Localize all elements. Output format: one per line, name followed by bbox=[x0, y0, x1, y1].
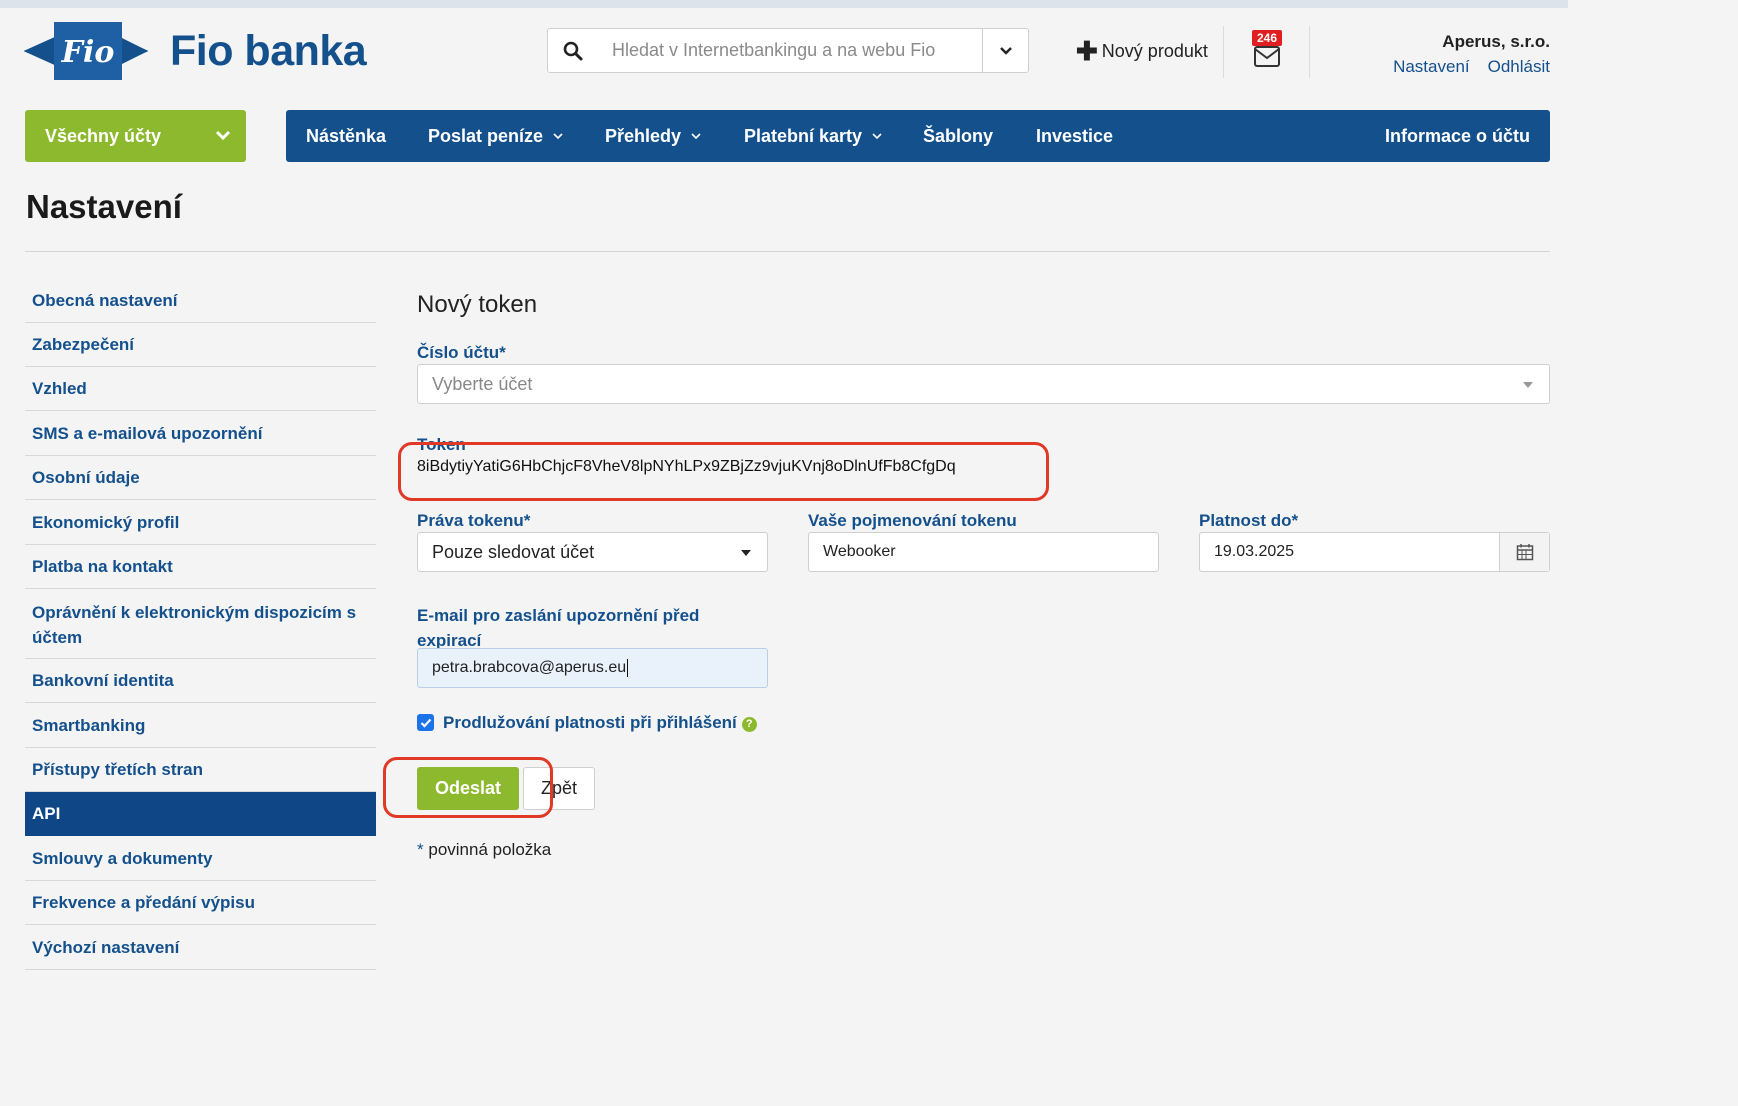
nav-item-label: Přehledy bbox=[605, 125, 682, 146]
validity-date-input[interactable]: 19.03.2025 bbox=[1199, 532, 1550, 572]
accounts-dropdown[interactable]: Všechny účty bbox=[25, 110, 246, 162]
nav-item-label: Investice bbox=[1036, 125, 1114, 146]
new-product-label: Nový produkt bbox=[1101, 40, 1208, 61]
rights-select-value: Pouze sledovat účet bbox=[432, 541, 595, 562]
messages-button[interactable]: 246 bbox=[1250, 30, 1290, 70]
nav-item-label: Nástěnka bbox=[306, 125, 387, 146]
page-title: Nastavení bbox=[26, 188, 182, 225]
sidebar-item-bank-identity[interactable]: Bankovní identita bbox=[25, 659, 376, 703]
sidebar-item-api[interactable]: API bbox=[25, 792, 376, 836]
sidebar-item-security[interactable]: Zabezpečení bbox=[25, 323, 376, 367]
sidebar-item-defaults[interactable]: Výchozí nastavení bbox=[25, 925, 376, 970]
plus-icon: ✚ bbox=[1076, 36, 1098, 66]
required-note-text: povinná položka bbox=[428, 840, 552, 859]
search-input[interactable] bbox=[598, 29, 982, 72]
sidebar-item-personal-data[interactable]: Osobní údaje bbox=[25, 456, 376, 500]
header-divider bbox=[1223, 26, 1224, 78]
required-star: * bbox=[417, 840, 424, 859]
window-top-border bbox=[0, 0, 1568, 8]
rights-label: Práva tokenu* bbox=[417, 511, 531, 530]
highlight-annotation bbox=[383, 757, 553, 818]
sidebar-item-statements[interactable]: Frekvence a předání výpisu bbox=[25, 881, 376, 925]
account-label: Číslo účtu* bbox=[417, 343, 506, 362]
calendar-icon bbox=[1516, 544, 1533, 561]
search-box bbox=[547, 28, 1029, 73]
nav-item-payment-cards[interactable]: Platební karty bbox=[744, 110, 882, 162]
sidebar-item-smartbanking[interactable]: Smartbanking bbox=[25, 703, 376, 748]
nav-item-account-info[interactable]: Informace o účtu bbox=[1385, 110, 1530, 162]
sidebar-item-third-party-access[interactable]: Přístupy třetích stran bbox=[25, 748, 376, 792]
chevron-down-icon bbox=[872, 132, 882, 139]
fio-logo[interactable]: Fio Fio banka bbox=[24, 16, 394, 86]
nav-item-label: Platební karty bbox=[744, 125, 863, 146]
sidebar-item-notifications[interactable]: SMS a e-mailová upozornění bbox=[25, 411, 376, 456]
search-scope-dropdown[interactable] bbox=[982, 29, 1028, 72]
account-select[interactable]: Vyberte účet bbox=[417, 364, 1550, 404]
account-select-placeholder: Vyberte účet bbox=[432, 373, 533, 394]
email-value: petra.brabcova@aperus.eu bbox=[432, 659, 627, 676]
logout-link[interactable]: Odhlásit bbox=[1488, 57, 1550, 77]
help-icon[interactable]: ? bbox=[741, 716, 757, 732]
search-icon[interactable] bbox=[548, 29, 598, 72]
chevron-down-icon bbox=[553, 132, 563, 139]
nav-item-investments[interactable]: Investice bbox=[1036, 110, 1113, 162]
divider bbox=[25, 251, 1550, 252]
sidebar-item-electronic-permissions[interactable]: Oprávnění k elektronickým dispozicím s ú… bbox=[25, 589, 376, 659]
chevron-down-icon bbox=[215, 130, 231, 141]
chevron-down-icon bbox=[691, 132, 701, 139]
settings-sidebar: Obecná nastavení Zabezpečení Vzhled SMS … bbox=[25, 278, 376, 970]
nav-item-label: Poslat peníze bbox=[428, 125, 544, 146]
email-label: E-mail pro zaslání upozornění před expir… bbox=[417, 606, 700, 650]
logo-mark-text: Fio bbox=[61, 35, 115, 70]
extend-validity-label: Prodlužování platnosti při přihlášení? bbox=[443, 713, 757, 733]
checkmark-icon bbox=[420, 718, 431, 728]
nav-item-templates[interactable]: Šablony bbox=[923, 110, 993, 162]
header-divider bbox=[1309, 26, 1310, 78]
extend-validity-text: Prodlužování platnosti při přihlášení bbox=[443, 713, 737, 732]
form-title: Nový token bbox=[417, 291, 538, 318]
message-count-badge: 246 bbox=[1252, 30, 1283, 46]
main-nav: Nástěnka Poslat peníze Přehledy Platební… bbox=[286, 110, 1550, 162]
sidebar-item-appearance[interactable]: Vzhled bbox=[25, 367, 376, 411]
calendar-button[interactable] bbox=[1499, 533, 1549, 571]
logo-text: Fio banka bbox=[170, 26, 367, 75]
envelope-icon bbox=[1254, 46, 1280, 67]
token-name-value: Webooker bbox=[823, 543, 896, 560]
text-cursor bbox=[627, 659, 629, 677]
token-name-input[interactable]: Webooker bbox=[808, 532, 1159, 572]
extend-validity-checkbox[interactable] bbox=[417, 714, 434, 731]
caret-down-icon bbox=[741, 550, 751, 556]
sidebar-item-contact-payment[interactable]: Platba na kontakt bbox=[25, 545, 376, 589]
sidebar-item-general[interactable]: Obecná nastavení bbox=[25, 278, 376, 323]
rights-select[interactable]: Pouze sledovat účet bbox=[417, 532, 768, 572]
settings-link[interactable]: Nastavení bbox=[1393, 57, 1470, 77]
validity-label: Platnost do* bbox=[1199, 511, 1299, 530]
user-links: Nastavení Odhlásit bbox=[1393, 57, 1550, 77]
chevron-down-icon bbox=[999, 46, 1012, 55]
new-product-button[interactable]: ✚ Nový produkt bbox=[1076, 36, 1208, 66]
required-note: * povinná položka bbox=[417, 840, 551, 860]
nav-item-send-money[interactable]: Poslat peníze bbox=[428, 110, 563, 162]
nav-item-dashboard[interactable]: Nástěnka bbox=[306, 110, 386, 162]
nav-item-label: Informace o účtu bbox=[1384, 125, 1530, 146]
fio-logo-mark-icon: Fio bbox=[24, 22, 148, 80]
caret-down-icon bbox=[1523, 382, 1533, 388]
token-name-label: Vaše pojmenování tokenu bbox=[808, 511, 1017, 530]
email-input[interactable]: petra.brabcova@aperus.eu bbox=[417, 648, 768, 688]
sidebar-item-contracts[interactable]: Smlouvy a dokumenty bbox=[25, 836, 376, 881]
accounts-dropdown-label: Všechny účty bbox=[45, 125, 162, 146]
nav-item-label: Šablony bbox=[923, 125, 994, 146]
highlight-annotation bbox=[398, 442, 1049, 501]
company-name: Aperus, s.r.o. bbox=[1442, 32, 1550, 51]
nav-item-overviews[interactable]: Přehledy bbox=[605, 110, 701, 162]
sidebar-item-economic-profile[interactable]: Ekonomický profil bbox=[25, 500, 376, 545]
validity-date-value: 19.03.2025 bbox=[1214, 543, 1295, 560]
